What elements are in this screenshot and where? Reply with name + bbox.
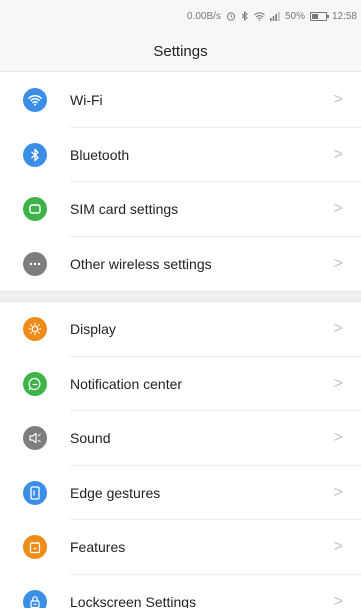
chevron-right-icon: > xyxy=(333,200,343,218)
settings-item-lockscreen[interactable]: Lockscreen Settings > xyxy=(0,575,361,608)
edge-gestures-icon xyxy=(23,480,47,505)
battery-percent: 50% xyxy=(284,10,305,22)
settings-item-other-wireless[interactable]: Other wireless settings > xyxy=(0,237,361,292)
clock: 12:58 xyxy=(331,10,357,22)
chevron-right-icon: > xyxy=(333,429,343,447)
speaker-icon xyxy=(23,426,47,451)
chevron-right-icon: > xyxy=(333,254,343,272)
chevron-right-icon: > xyxy=(333,374,343,392)
features-icon xyxy=(23,535,47,560)
settings-item-label: Other wireless settings xyxy=(70,255,212,272)
wifi-icon xyxy=(23,88,47,113)
settings-item-label: Wi-Fi xyxy=(70,92,103,109)
notification-icon xyxy=(23,371,47,396)
chevron-right-icon: > xyxy=(333,538,343,556)
battery-icon xyxy=(309,11,329,21)
more-icon xyxy=(23,251,47,276)
settings-item-label: Edge gestures xyxy=(70,484,161,501)
settings-item-wifi[interactable]: Wi-Fi > xyxy=(0,73,361,128)
bluetooth-icon xyxy=(23,142,47,167)
chevron-right-icon: > xyxy=(333,145,343,163)
network-speed: 0.00B/s xyxy=(187,10,221,22)
settings-item-label: SIM card settings xyxy=(70,201,179,218)
settings-item-bluetooth[interactable]: Bluetooth > xyxy=(0,128,361,182)
alarm-icon xyxy=(226,11,236,21)
settings-item-label: Display xyxy=(70,321,116,338)
settings-group-connectivity: Wi-Fi > Bluetooth > SIM card settings > … xyxy=(0,73,361,291)
status-bar: 0.00B/s 50% 12:58 xyxy=(0,0,361,32)
bluetooth-status-icon xyxy=(241,11,249,21)
lock-icon xyxy=(23,589,47,608)
settings-group-device: Display > Notification center > Sound > … xyxy=(0,302,361,608)
sim-card-icon xyxy=(23,197,47,222)
section-divider xyxy=(0,291,361,302)
settings-item-label: Notification center xyxy=(70,375,183,392)
settings-item-display[interactable]: Display > xyxy=(0,302,361,357)
brightness-icon xyxy=(23,317,47,342)
settings-item-features[interactable]: Features > xyxy=(0,520,361,575)
chevron-right-icon: > xyxy=(333,483,343,501)
settings-item-label: Sound xyxy=(70,430,111,447)
chevron-right-icon: > xyxy=(333,592,343,608)
settings-item-label: Features xyxy=(70,539,126,556)
settings-item-sound[interactable]: Sound > xyxy=(0,411,361,466)
wifi-status-icon xyxy=(254,11,265,21)
settings-item-edge-gestures[interactable]: Edge gestures > xyxy=(0,466,361,520)
chevron-right-icon: > xyxy=(333,320,343,338)
chevron-right-icon: > xyxy=(333,91,343,109)
signal-icon xyxy=(269,11,280,21)
page-title: Settings xyxy=(0,32,361,72)
settings-item-sim-card[interactable]: SIM card settings > xyxy=(0,182,361,237)
settings-item-notification-center[interactable]: Notification center > xyxy=(0,357,361,411)
settings-item-label: Lockscreen Settings xyxy=(70,593,197,608)
settings-item-label: Bluetooth xyxy=(70,146,130,163)
